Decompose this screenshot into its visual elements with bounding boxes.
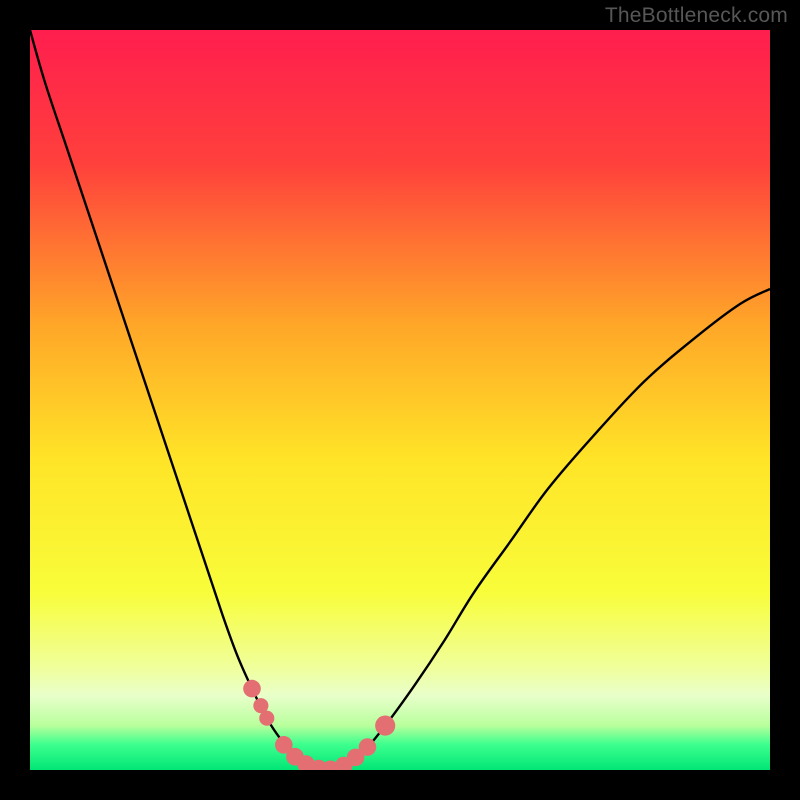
gradient-background: [30, 30, 770, 770]
marker-dot: [259, 711, 274, 726]
marker-dot: [375, 716, 395, 736]
marker-dot: [243, 680, 261, 698]
chart-container: TheBottleneck.com: [0, 0, 800, 800]
marker-dot: [359, 738, 377, 756]
bottleneck-chart: [0, 0, 800, 800]
